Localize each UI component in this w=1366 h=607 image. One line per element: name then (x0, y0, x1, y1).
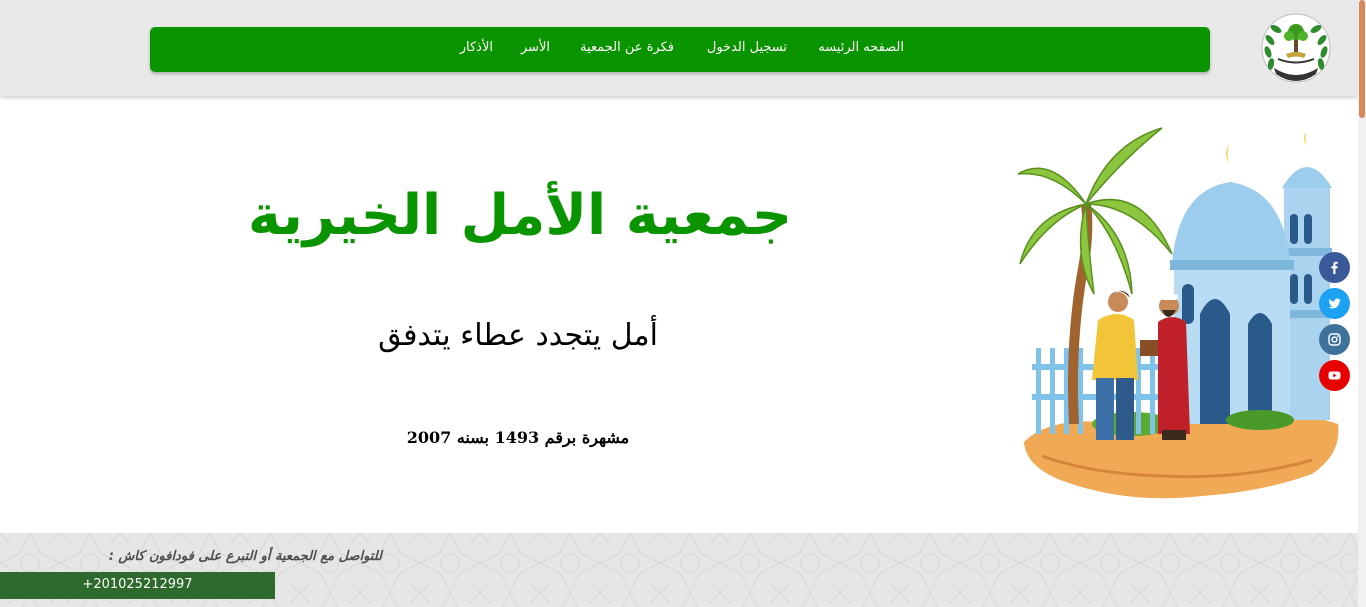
mosque-illustration-icon (1017, 127, 1339, 499)
mosque-charity-illustration (1012, 124, 1346, 508)
site-footer: للتواصل مع الجمعية أو التبرع على فودافون… (0, 533, 1358, 607)
scrollbar-thumb[interactable] (1359, 0, 1365, 118)
twitter-icon (1328, 298, 1341, 309)
nav-item-login[interactable]: تسجيل الدخول (707, 40, 787, 55)
youtube-button[interactable] (1319, 360, 1350, 391)
facebook-button[interactable] (1319, 252, 1350, 283)
footer-contact-label: للتواصل مع الجمعية أو التبرع على فودافون… (108, 549, 382, 564)
instagram-button[interactable] (1319, 324, 1350, 355)
nav-item-about[interactable]: فكرة عن الجمعية (580, 40, 674, 55)
nav-list: الصفحه الرئيسه تسجيل الدخول فكرة عن الجم… (150, 27, 1210, 72)
site-header: الصفحه الرئيسه تسجيل الدخول فكرة عن الجم… (0, 0, 1358, 96)
facebook-icon (1331, 261, 1338, 274)
nav-item-adhkar[interactable]: الأذكار (460, 40, 493, 55)
instagram-icon (1328, 333, 1341, 346)
nav-item-home[interactable]: الصفحه الرئيسه (818, 40, 904, 55)
charity-tree-emblem-icon (1261, 13, 1331, 83)
registration-info: مشهرة برقم 1493 بسنه 2007 (406, 428, 630, 447)
hero-tagline: أمل يتجدد عطاء يتدفق (378, 318, 658, 353)
main-nav: الصفحه الرئيسه تسجيل الدخول فكرة عن الجم… (150, 27, 1210, 72)
footer-phone-number[interactable]: +201025212997 (0, 577, 275, 592)
phone-box: +201025212997 (0, 572, 275, 599)
site-logo[interactable] (1256, 12, 1336, 88)
twitter-button[interactable] (1319, 288, 1350, 319)
nav-item-families[interactable]: الأسر (521, 40, 550, 55)
hero-title: جمعية الأمل الخيرية (247, 183, 793, 248)
page-scrollbar[interactable] (1358, 0, 1366, 607)
youtube-icon (1328, 371, 1341, 380)
